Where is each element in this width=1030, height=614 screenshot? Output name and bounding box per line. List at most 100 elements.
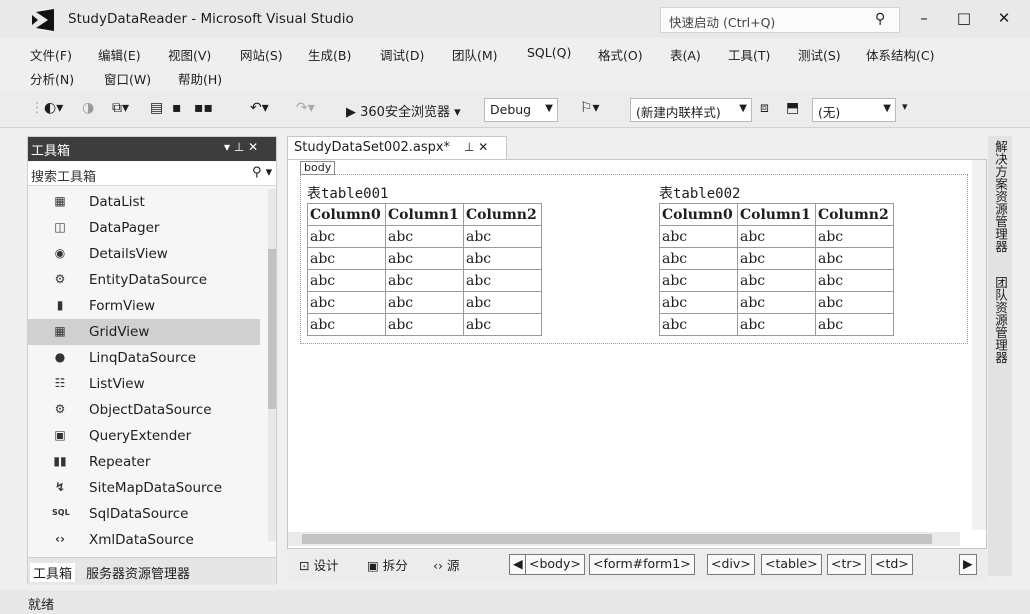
table-cell[interactable]: abc	[815, 313, 894, 336]
tab-toolbox[interactable]: 工具箱	[30, 563, 76, 582]
quick-launch-input[interactable]: 快速启动 (Ctrl+Q) ⚲	[660, 7, 900, 33]
column-header[interactable]: Column0	[659, 203, 738, 226]
menu-file[interactable]: 文件(F)	[30, 45, 72, 64]
menu-help[interactable]: 帮助(H)	[178, 69, 222, 88]
table-cell[interactable]: abc	[385, 225, 464, 248]
table001[interactable]: Column0 Column1 Column2 abc abc abc abc abc abc a…	[307, 203, 542, 336]
save-icon[interactable]: ▪	[172, 100, 182, 116]
tab-studydataset002[interactable]: StudyDataSet002.aspx* ⊥ ✕	[287, 136, 507, 160]
toolbox-item-datapager[interactable]: ◫ DataPager	[28, 215, 260, 241]
menu-edit[interactable]: 编辑(E)	[98, 45, 141, 64]
back-icon[interactable]: ◐▾	[44, 100, 63, 116]
table-cell[interactable]: abc	[463, 313, 542, 336]
run-browser-button[interactable]: ▶ 360安全浏览器 ▾	[346, 101, 461, 120]
table-cell[interactable]: abc	[307, 247, 386, 270]
table-cell[interactable]: abc	[463, 269, 542, 292]
toolbox-item-objectdatasource[interactable]: ⚙ ObjectDataSource	[28, 397, 260, 423]
table-cell[interactable]: abc	[659, 225, 738, 248]
menu-window[interactable]: 窗口(W)	[104, 69, 151, 88]
menu-debug[interactable]: 调试(D)	[380, 45, 424, 64]
toolbox-item-sqldatasource[interactable]: SQL SqlDataSource	[28, 501, 260, 527]
toolbox-item-detailsview[interactable]: ◉ DetailsView	[28, 241, 260, 267]
minimize-button[interactable]: –	[910, 6, 938, 30]
close-button[interactable]: ✕	[990, 6, 1018, 30]
table-cell[interactable]: abc	[659, 269, 738, 292]
table-cell[interactable]: abc	[659, 247, 738, 270]
tab-solution-explorer[interactable]: 解决方案资源管理器	[991, 140, 1010, 253]
maximize-button[interactable]: □	[950, 6, 978, 30]
table002[interactable]: Column0 Column1 Column2 abc abc abc abc abc abc a…	[659, 203, 894, 336]
open-file-icon[interactable]: ▤	[150, 100, 163, 116]
toolbox-pin-close-icon[interactable]: ▾ ⊥ ✕	[224, 140, 258, 154]
search-icon[interactable]: ⚲ ▾	[252, 165, 272, 180]
forward-icon[interactable]: ◑	[82, 100, 94, 116]
style-select[interactable]: (新建内联样式) ▼	[630, 98, 752, 122]
breadcrumb-item[interactable]: <body>	[525, 554, 585, 575]
table-cell[interactable]: abc	[307, 225, 386, 248]
menu-analyze[interactable]: 分析(N)	[30, 69, 74, 88]
source-view-button[interactable]: ‹› 源	[433, 555, 459, 575]
find-icon[interactable]: ⚐▾	[580, 100, 600, 116]
table-cell[interactable]: abc	[385, 313, 464, 336]
menu-table[interactable]: 表(A)	[670, 45, 701, 64]
table-cell[interactable]: abc	[307, 291, 386, 314]
column-header[interactable]: Column0	[307, 203, 386, 226]
design-horizontal-scrollbar[interactable]	[288, 532, 960, 546]
toolbox-item-linqdatasource[interactable]: ● LinqDataSource	[28, 345, 260, 371]
menu-website[interactable]: 网站(S)	[240, 45, 283, 64]
breadcrumb-prev-icon[interactable]: ◀	[509, 554, 527, 575]
tab-pin-close-icon[interactable]: ⊥ ✕	[464, 140, 488, 154]
design-vertical-scrollbar[interactable]	[972, 160, 986, 530]
table-cell[interactable]: abc	[385, 269, 464, 292]
table-cell[interactable]: abc	[463, 247, 542, 270]
breadcrumb-item[interactable]: <td>	[871, 554, 913, 575]
split-view-button[interactable]: ▣ 拆分	[367, 555, 408, 575]
redo-icon[interactable]: ↷▾	[296, 100, 315, 116]
toolbox-item-sitemapdatasource[interactable]: ↯ SiteMapDataSource	[28, 475, 260, 501]
table-cell[interactable]: abc	[815, 269, 894, 292]
table-cell[interactable]: abc	[737, 225, 816, 248]
column-header[interactable]: Column2	[463, 203, 542, 226]
undo-icon[interactable]: ↶▾	[250, 100, 269, 116]
toolbox-scrollbar[interactable]	[268, 189, 276, 541]
tab-team-explorer[interactable]: 团队资源管理器	[991, 276, 1010, 364]
menu-test[interactable]: 测试(S)	[798, 45, 841, 64]
table-cell[interactable]: abc	[737, 269, 816, 292]
breadcrumb-item[interactable]: <tr>	[827, 554, 866, 575]
design-view-button[interactable]: ⊡ 设计	[299, 555, 338, 575]
attach-style-icon[interactable]: ⬒	[786, 100, 799, 116]
tab-server-explorer[interactable]: 服务器资源管理器	[86, 563, 190, 582]
breadcrumb-item[interactable]: <div>	[707, 554, 755, 575]
toolbox-scroll-thumb[interactable]	[268, 249, 276, 409]
new-project-icon[interactable]: ⧉▾	[112, 100, 129, 116]
table-cell[interactable]: abc	[815, 247, 894, 270]
table-cell[interactable]: abc	[815, 291, 894, 314]
table-cell[interactable]: abc	[385, 247, 464, 270]
table-cell[interactable]: abc	[659, 313, 738, 336]
toolbox-item-entitydatasource[interactable]: ⚙ EntityDataSource	[28, 267, 260, 293]
table-cell[interactable]: abc	[737, 247, 816, 270]
solution-config-select[interactable]: Debug ▼	[484, 98, 558, 122]
menu-sql[interactable]: SQL(Q)	[527, 45, 571, 60]
table-cell[interactable]: abc	[307, 313, 386, 336]
toolbox-item-queryextender[interactable]: ▣ QueryExtender	[28, 423, 260, 449]
toolbox-item-gridview[interactable]: ▦ GridView	[28, 319, 260, 345]
table-cell[interactable]: abc	[463, 225, 542, 248]
menu-format[interactable]: 格式(O)	[598, 45, 643, 64]
menu-architecture[interactable]: 体系结构(C)	[866, 45, 934, 64]
menu-tools[interactable]: 工具(T)	[728, 45, 770, 64]
target-rule-select[interactable]: (无) ▼	[812, 98, 896, 122]
toolbox-item-datalist[interactable]: ▦ DataList	[28, 189, 260, 215]
toolbar-overflow-icon[interactable]: ▾	[902, 100, 908, 113]
column-header[interactable]: Column1	[385, 203, 464, 226]
toolbox-item-xmldatasource[interactable]: ‹› XmlDataSource	[28, 527, 260, 553]
column-header[interactable]: Column2	[815, 203, 894, 226]
breadcrumb-item[interactable]: <form#form1>	[589, 554, 695, 575]
table-cell[interactable]: abc	[737, 291, 816, 314]
toolbox-item-repeater[interactable]: ▮▮ Repeater	[28, 449, 260, 475]
menu-team[interactable]: 团队(M)	[452, 45, 498, 64]
table-cell[interactable]: abc	[659, 291, 738, 314]
search-icon[interactable]: ⚲	[875, 11, 885, 27]
style-apply-icon[interactable]: ⧈	[760, 100, 769, 116]
menu-view[interactable]: 视图(V)	[168, 45, 211, 64]
